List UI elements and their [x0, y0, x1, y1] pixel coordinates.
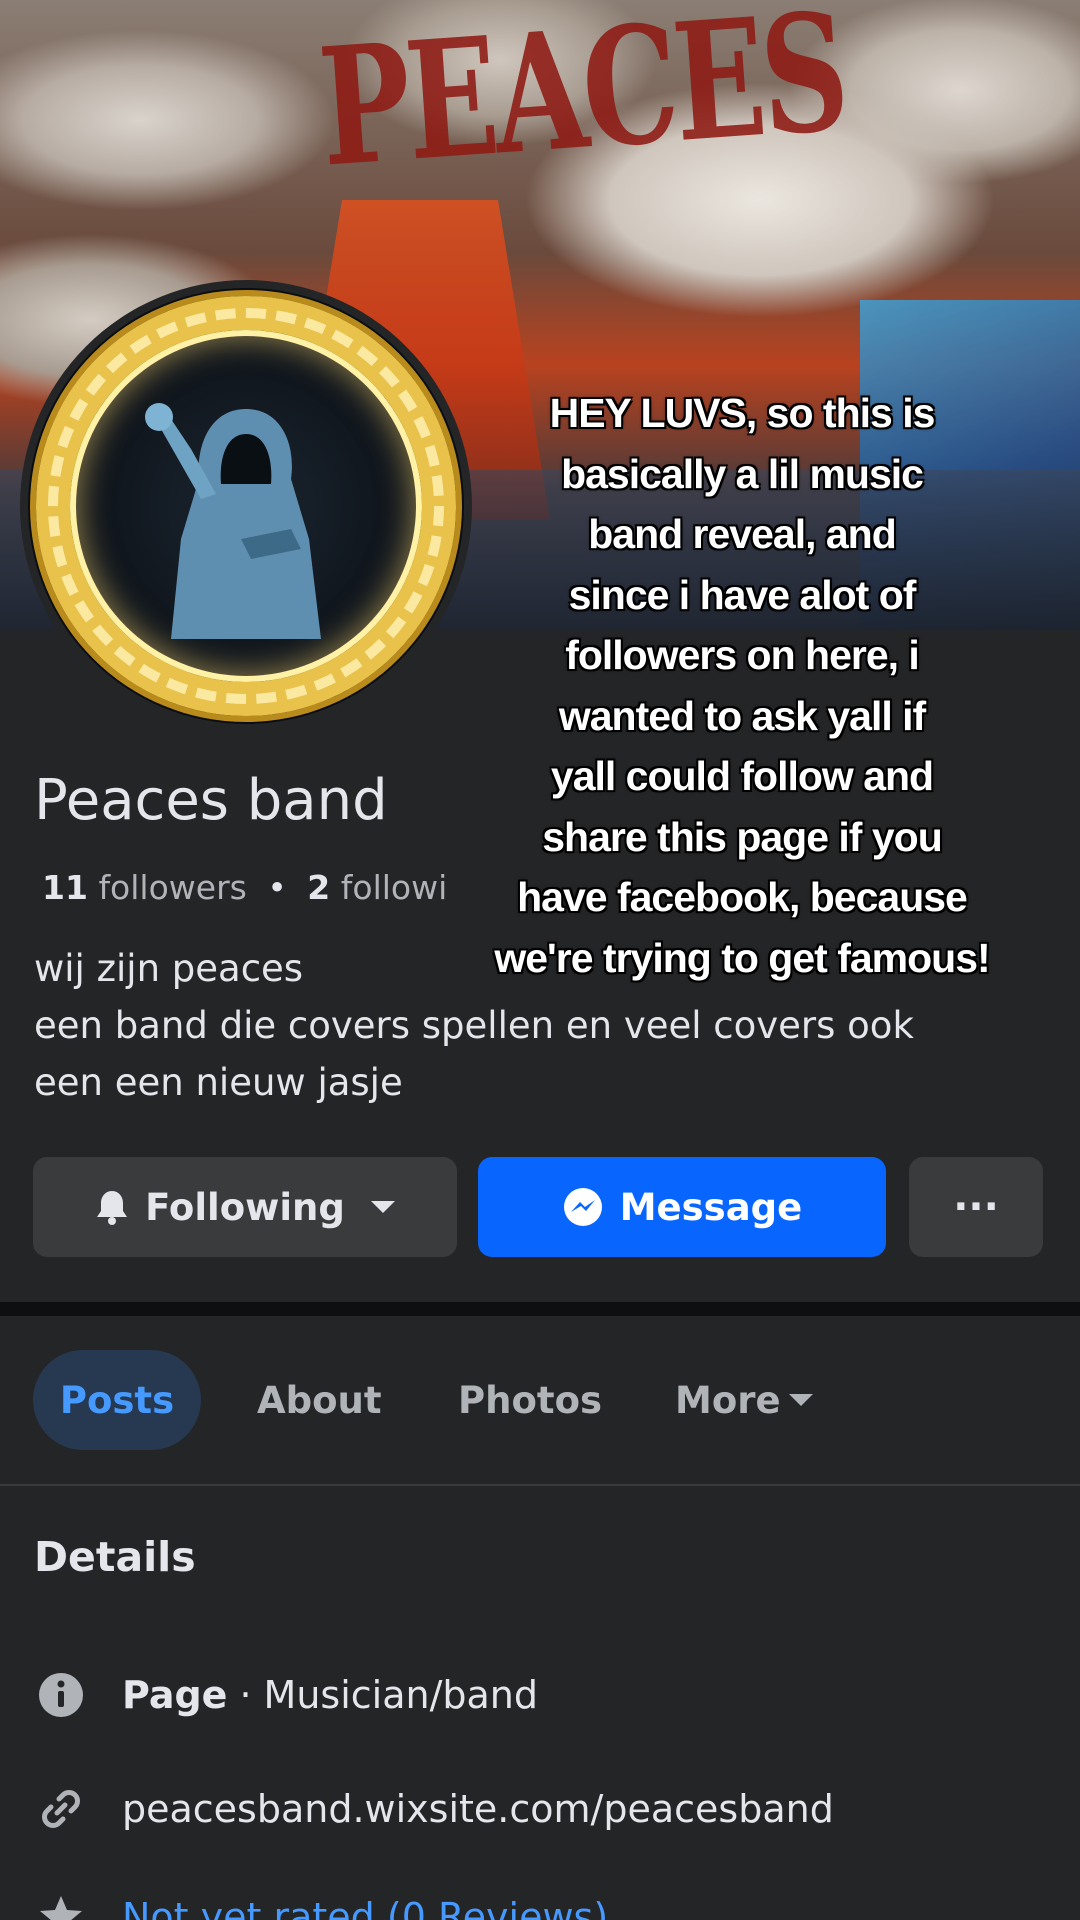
caption-line: followers on here, i [565, 632, 920, 678]
bell-icon [95, 1189, 129, 1225]
tabs-divider [0, 1484, 1080, 1486]
stats-separator: • [267, 868, 287, 907]
bio-line: een een nieuw jasje [34, 1061, 403, 1104]
more-options-button[interactable]: ··· [909, 1157, 1043, 1257]
info-icon [34, 1668, 88, 1722]
page-type-label: Page [122, 1673, 228, 1717]
tab-about[interactable]: About [257, 1350, 382, 1450]
detail-page-category: Page · Musician/band [34, 1668, 538, 1722]
link-icon [34, 1782, 88, 1836]
caption-line: HEY LUVS, so this is [549, 390, 936, 436]
message-label: Message [619, 1185, 803, 1229]
chevron-down-icon [370, 1201, 395, 1213]
following-label: followi [340, 868, 448, 907]
followers-count: 11 [42, 868, 88, 907]
caption-line: since i have alot of [568, 571, 917, 618]
hooded-figure-icon [145, 403, 321, 639]
following-label: Following [145, 1185, 345, 1229]
message-button[interactable]: Message [478, 1157, 886, 1257]
following-count: 2 [307, 868, 331, 907]
rating-text[interactable]: Not yet rated (0 Reviews) [122, 1895, 608, 1920]
star-icon [34, 1890, 88, 1920]
followers-label: followers [98, 868, 247, 907]
tab-posts[interactable]: Posts [33, 1350, 201, 1450]
tab-photos[interactable]: Photos [458, 1350, 602, 1450]
caption-line: yall could follow and [550, 753, 934, 799]
messenger-icon [562, 1186, 604, 1228]
cover-title-lettering: PEACES [313, 0, 851, 204]
caption-line: have facebook, because [517, 874, 968, 920]
chevron-down-icon [788, 1394, 813, 1406]
detail-website[interactable]: peacesband.wixsite.com/peacesband [34, 1782, 834, 1836]
page-title: Peaces band [34, 768, 388, 833]
caption-line: basically a lil music [561, 450, 924, 497]
tab-more-label: More [675, 1378, 781, 1422]
avatar-image [28, 288, 464, 724]
following-button[interactable]: Following [33, 1157, 457, 1257]
caption-line: we're trying to get famous! [494, 934, 990, 981]
website-link[interactable]: peacesband.wixsite.com/peacesband [122, 1787, 834, 1831]
caption-line: wanted to ask yall if [558, 692, 926, 739]
overlay-caption: HEY LUVS, so this is basically a lil mus… [462, 383, 1022, 988]
avatar[interactable] [20, 280, 472, 732]
section-divider [0, 1302, 1080, 1316]
follower-stats[interactable]: 11 followers • 2 followi [42, 868, 447, 907]
detail-rating[interactable]: Not yet rated (0 Reviews) [34, 1890, 608, 1920]
caption-line: band reveal, and [588, 511, 897, 557]
caption-line: share this page if you [542, 813, 943, 860]
page-type-value: Musician/band [263, 1673, 539, 1717]
tab-more[interactable]: More [675, 1350, 813, 1450]
more-dots-icon: ··· [953, 1184, 999, 1230]
page-type-separator: · [239, 1673, 252, 1717]
bio-line: een band die covers spellen en veel cove… [34, 1004, 914, 1047]
details-heading: Details [34, 1533, 196, 1581]
